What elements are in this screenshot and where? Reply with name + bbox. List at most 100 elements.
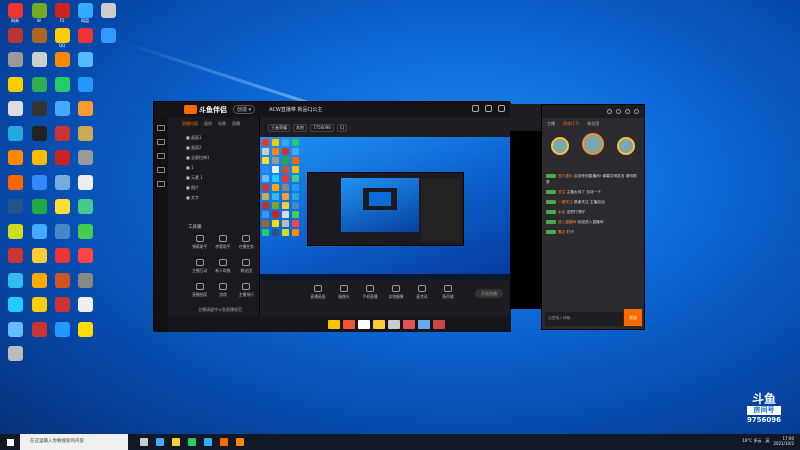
control-button[interactable]: 麦克风 [410, 285, 434, 300]
desktop-icon[interactable] [51, 52, 73, 67]
wechat-icon[interactable] [188, 438, 196, 446]
minimize-icon[interactable] [472, 105, 479, 112]
tool-button[interactable]: 粉丝团 [235, 259, 258, 274]
home-icon[interactable] [157, 125, 165, 131]
desktop-icon[interactable] [28, 321, 50, 337]
tool-button[interactable]: 房管助手 [211, 235, 234, 250]
desktop-icon[interactable] [4, 27, 26, 43]
streamer-app-window[interactable]: 斗鱼伴侣 创造 ▾ ACW直播带 新品CJ公主 直播内容 画质 场景 直播 ■ 画面1… [153, 101, 511, 332]
desktop-icon[interactable] [51, 174, 73, 190]
close-icon[interactable] [634, 109, 639, 114]
stream-tag[interactable]: 7756096 [310, 124, 334, 132]
control-button[interactable]: 摄像头 [332, 285, 356, 300]
desktop-icon[interactable]: F5 [51, 3, 73, 23]
desktop-icon[interactable] [51, 248, 73, 263]
desktop-icon[interactable] [4, 346, 26, 361]
maximize-icon[interactable] [485, 105, 492, 112]
desktop-icon[interactable] [74, 76, 96, 92]
douyu-app-icon[interactable] [220, 438, 228, 446]
explorer-icon[interactable] [172, 438, 180, 446]
scene-tab[interactable]: 直播 [232, 121, 240, 127]
taskbar-search-input[interactable]: 在这里输入你要搜索的内容 [20, 434, 128, 450]
tool-button[interactable]: 在播任务 [235, 235, 258, 250]
desktop-icon[interactable] [97, 27, 119, 43]
scene-item[interactable]: ■ 图片 [186, 183, 241, 193]
task-view-icon[interactable] [140, 438, 148, 446]
desktop-icon[interactable] [51, 125, 73, 141]
gift-icon[interactable] [388, 319, 400, 329]
stream-tag[interactable]: 王者荣耀 [268, 124, 290, 132]
desktop-icon[interactable] [4, 101, 26, 116]
desktop-icon[interactable] [51, 297, 73, 312]
version-selector[interactable]: 创造 ▾ [233, 105, 256, 114]
chat-username[interactable]: 进入直播间 [558, 220, 578, 224]
close-icon[interactable] [498, 105, 505, 112]
tools-icon[interactable] [157, 167, 165, 173]
gift-icon[interactable] [373, 319, 385, 329]
control-button[interactable]: 扬声器 [436, 285, 460, 300]
tool-button[interactable]: 主播排行 [235, 283, 258, 298]
app-icon[interactable] [236, 438, 244, 446]
desktop-icon[interactable] [74, 101, 96, 116]
clock[interactable]: 17:00 2021/10/2 [773, 436, 794, 446]
control-button[interactable]: 直播画面 [306, 285, 330, 300]
desktop-icon[interactable] [74, 174, 96, 190]
chat-tab[interactable]: 粉丝团 [587, 121, 599, 127]
scene-item[interactable]: ■ 1 [186, 163, 241, 173]
desktop-icon[interactable] [74, 52, 96, 67]
tool-button[interactable]: 新人助推 [211, 259, 234, 274]
start-button[interactable] [0, 434, 20, 450]
desktop-icon[interactable] [28, 297, 50, 312]
desktop-icon[interactable] [28, 248, 50, 263]
desktop-icon[interactable] [74, 321, 96, 337]
lang-indicator[interactable]: 英 [765, 438, 769, 444]
tool-button[interactable]: 游戏 [211, 283, 234, 298]
desktop-icon[interactable] [74, 27, 96, 43]
scene-item[interactable]: ■ 文字 [186, 193, 241, 203]
send-button[interactable]: 发送 [624, 309, 642, 326]
desktop-icon[interactable] [51, 199, 73, 214]
scene-tab[interactable]: 场景 [218, 121, 226, 127]
live-icon[interactable] [157, 139, 165, 145]
scene-item[interactable]: ■ 画面1 [186, 133, 241, 143]
desktop-icon[interactable] [51, 150, 73, 165]
gift-icon[interactable] [358, 319, 370, 329]
scene-tab[interactable]: 画质 [204, 121, 212, 127]
desktop-icon[interactable]: 网易 [4, 3, 26, 23]
desktop-icon[interactable] [4, 248, 26, 263]
tool-button[interactable]: 主播互动 [188, 259, 211, 274]
desktop-icon[interactable] [74, 125, 96, 141]
stream-preview[interactable] [260, 137, 511, 280]
start-live-button[interactable]: 开始直播 [475, 289, 503, 298]
chat-input[interactable]: 这里输入弹幕... [545, 312, 623, 326]
desktop-icon[interactable] [74, 150, 96, 165]
desktop-icon[interactable] [28, 125, 50, 141]
desktop-icon[interactable] [4, 199, 26, 214]
chat-username[interactable]: 一键关注 [558, 200, 574, 204]
desktop-icon[interactable] [28, 150, 50, 165]
desktop-icon[interactable] [97, 3, 119, 18]
scene-tab[interactable]: 直播内容 [182, 121, 198, 127]
fan-avatar[interactable] [581, 133, 604, 155]
desktop-icon[interactable] [51, 223, 73, 239]
gift-icon[interactable] [433, 319, 445, 329]
gift-icon[interactable] [343, 319, 355, 329]
scene-item[interactable]: ■ 元素 1 [186, 173, 241, 183]
desktop-icon[interactable] [51, 76, 73, 92]
desktop-icon[interactable] [74, 248, 96, 263]
tool-button[interactable]: 弹幕助手 [188, 235, 211, 250]
desktop-icon[interactable] [28, 199, 50, 214]
avatar[interactable] [616, 109, 621, 114]
settings-icon[interactable] [607, 109, 612, 114]
desktop-icon[interactable] [28, 174, 50, 190]
desktop-icon[interactable] [51, 321, 73, 337]
scene-item[interactable]: ■ 全屏拉伸1 [186, 153, 241, 163]
stream-tag[interactable]: CJ [336, 124, 347, 132]
chat-username[interactable]: 飘过 [558, 230, 567, 234]
fan-avatar[interactable] [551, 137, 570, 155]
chat-username[interactable]: 水友 [558, 210, 567, 214]
desktop-icon[interactable] [28, 272, 50, 288]
chat-username[interactable]: 官方提示 [558, 174, 574, 178]
desktop-icon[interactable] [28, 101, 50, 116]
desktop-icon[interactable] [28, 76, 50, 92]
